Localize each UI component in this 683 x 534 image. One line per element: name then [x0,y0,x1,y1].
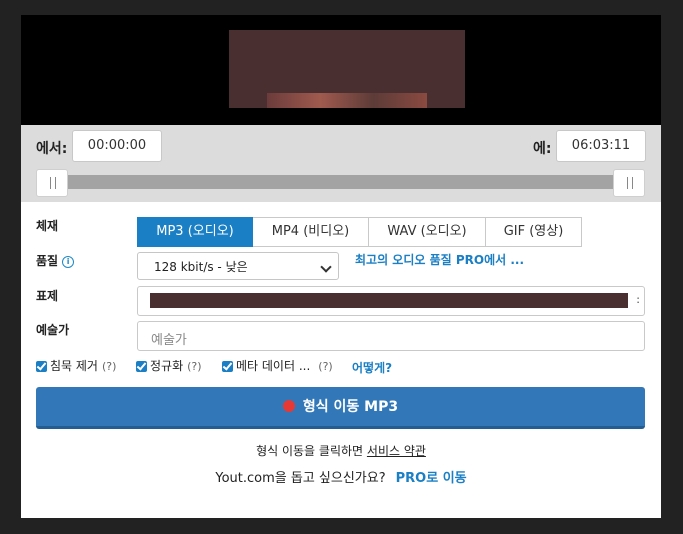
info-icon[interactable]: i [62,256,75,268]
artist-placeholder: 예술가 [151,333,187,348]
artist-input[interactable]: 예술가 [137,321,645,351]
tab-mp4[interactable]: MP4 (비디오) [253,217,369,247]
quality-label-text: 품질 [36,254,59,268]
promo-text: Yout.com을 돕고 싶으신가요? [215,471,386,486]
start-time-input[interactable]: 00:00:00 [72,130,162,162]
record-dot-icon [282,400,295,412]
checkbox-checked-icon[interactable] [36,361,47,372]
option-remove-silence[interactable]: 침묵 제거 (?) [36,358,116,374]
to-label: 에: [533,141,552,157]
trim-slider-track[interactable] [51,175,616,189]
terms-prefix: 형식 이동을 클릭하면 [256,444,364,458]
title-label: 표제 [36,289,59,303]
video-thumbnail-strip [267,93,427,108]
quality-select[interactable]: 128 kbit/s - 낮은 [137,252,339,280]
title-value-tail: : [636,293,640,306]
quality-label: 품질 i [36,252,75,269]
normalize-label: 정규화 [150,359,184,373]
trim-controls: 에서: 00:00:00 에: 06:03:11 [21,125,661,202]
checkbox-checked-icon[interactable] [222,361,233,372]
converter-panel: 에서: 00:00:00 에: 06:03:11 체재 MP3 (오디오) MP… [21,15,661,518]
checkbox-checked-icon[interactable] [136,361,147,372]
how-link[interactable]: 어떻게? [352,359,392,376]
remove-silence-label: 침묵 제거 [50,359,98,373]
end-time-input[interactable]: 06:03:11 [556,130,646,162]
convert-button-label: 형식 이동 MP3 [302,399,399,415]
metadata-label: 메타 데이터 ... [236,359,311,373]
from-label: 에서: [36,141,68,157]
video-preview [21,15,661,125]
option-metadata[interactable]: 메타 데이터 ... (?) [222,358,333,374]
help-icon[interactable]: (?) [187,360,201,373]
title-input[interactable]: : [137,286,645,316]
format-label: 체재 [36,219,59,233]
terms-link[interactable]: 서비스 약관 [367,444,426,458]
trim-start-handle[interactable] [36,169,68,197]
quality-select-value: 128 kbit/s - 낮은 [154,260,248,274]
help-icon[interactable]: (?) [318,360,332,373]
title-value-redacted [150,293,628,308]
tab-mp3[interactable]: MP3 (오디오) [137,217,253,247]
terms-notice: 형식 이동을 클릭하면 서비스 약관 [21,442,661,459]
convert-button[interactable]: 형식 이동 MP3 [36,387,645,429]
option-normalize[interactable]: 정규화 (?) [136,358,202,374]
trim-end-handle[interactable] [613,169,645,197]
help-icon[interactable]: (?) [102,360,116,373]
chevron-down-icon [320,261,332,273]
tab-wav[interactable]: WAV (오디오) [369,217,486,247]
pro-promo: Yout.com을 돕고 싶으신가요? PRO로 이동 [21,467,661,486]
tab-gif[interactable]: GIF (영상) [486,217,582,247]
go-pro-link[interactable]: PRO로 이동 [396,471,467,486]
pro-quality-link[interactable]: 최고의 오디오 품질 PRO에서 ... [355,251,524,268]
format-tabs: MP3 (오디오) MP4 (비디오) WAV (오디오) GIF (영상) [137,217,582,247]
artist-label: 예술가 [36,323,70,337]
